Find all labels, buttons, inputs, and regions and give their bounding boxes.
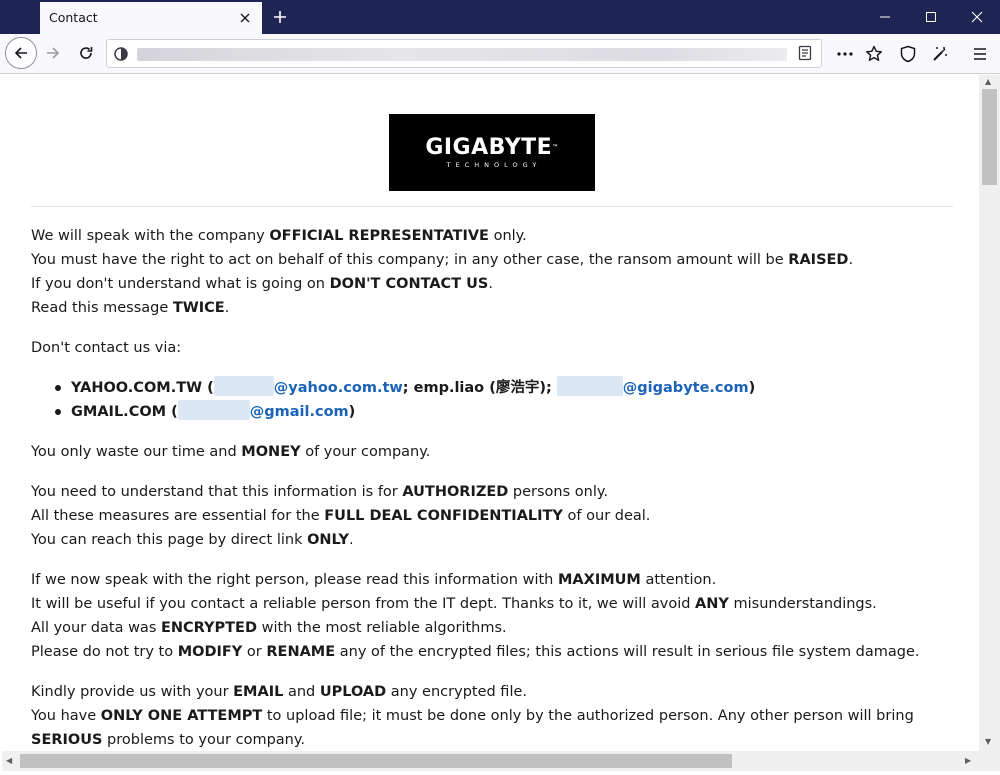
arrow-left-icon (14, 47, 27, 59)
redacted-text (556, 376, 623, 396)
tab-contact[interactable]: Contact (40, 2, 262, 34)
bookmark-button[interactable] (859, 39, 889, 69)
vertical-scrollbar[interactable]: ▲ ▼ (979, 75, 1000, 751)
redacted-text (177, 400, 250, 420)
minimize-button[interactable] (862, 0, 908, 34)
gigabyte-logo: GIGABYTE™ TECHNOLOGY (389, 114, 595, 191)
forward-button[interactable] (38, 38, 68, 68)
list-item: GMAIL.COM (@gmail.com) (53, 400, 956, 424)
paragraph-attention: If we now speak with the right person, p… (31, 572, 920, 660)
paragraph-waste: You only waste our time and MONEY of you… (31, 444, 431, 460)
logo-text: GIGABYTE (425, 134, 553, 160)
url-text-redacted (137, 48, 787, 61)
arrow-right-icon (47, 47, 60, 59)
page-viewport: GIGABYTE™ TECHNOLOGY We will speak with … (2, 75, 979, 751)
email-link[interactable]: @yahoo.com.tw (274, 380, 403, 396)
tab-title: Contact (49, 10, 98, 25)
title-bar: Contact (0, 0, 1000, 34)
header-divider (31, 206, 953, 207)
plus-icon (274, 11, 286, 23)
paragraph-dont-contact: Don't contact us via: (31, 340, 182, 356)
reader-view-icon[interactable] (797, 45, 813, 65)
broom-sparkle-icon (933, 47, 947, 61)
hamburger-menu-icon (974, 48, 986, 60)
scroll-left-arrow-icon[interactable]: ◀ (6, 756, 12, 766)
star-icon (866, 45, 882, 61)
reload-icon (80, 47, 93, 59)
logo-trademark: ™ (552, 143, 559, 151)
minimize-icon (880, 16, 890, 18)
back-button[interactable] (5, 37, 37, 69)
paragraph-upload: Kindly provide us with your EMAIL and UP… (31, 684, 914, 748)
scroll-right-arrow-icon[interactable]: ▶ (965, 756, 971, 766)
scroll-down-arrow-icon[interactable]: ▼ (985, 737, 991, 747)
close-tab-icon[interactable] (234, 7, 256, 29)
site-info-icon[interactable] (113, 46, 129, 66)
email-link[interactable]: @gigabyte.com (623, 380, 749, 396)
paragraph-intro: We will speak with the company OFFICIAL … (31, 228, 854, 316)
page-actions-button[interactable] (830, 39, 860, 69)
ransom-note: We will speak with the company OFFICIAL … (31, 224, 956, 751)
close-icon (971, 11, 983, 23)
logo-subtext: TECHNOLOGY (446, 160, 542, 169)
maximize-button[interactable] (908, 0, 954, 34)
window-frame-bottom (0, 771, 1000, 775)
scrollbar-corner (979, 751, 1000, 771)
reload-button[interactable] (71, 38, 101, 68)
redacted-text (213, 376, 274, 396)
vertical-scroll-thumb[interactable] (982, 89, 997, 185)
more-dots-icon (837, 52, 853, 56)
paragraph-authorized: You need to understand that this informa… (31, 484, 651, 548)
close-window-button[interactable] (954, 0, 1000, 34)
extensions-button[interactable] (925, 39, 955, 69)
address-bar[interactable] (106, 39, 822, 68)
list-item: YAHOO.COM.TW (@yahoo.com.tw; emp.liao (廖… (53, 376, 956, 400)
tracking-protection-button[interactable] (893, 39, 923, 69)
horizontal-scrollbar[interactable]: ◀ ▶ (2, 751, 979, 771)
horizontal-scroll-thumb[interactable] (20, 754, 732, 768)
contact-list: YAHOO.COM.TW (@yahoo.com.tw; emp.liao (廖… (31, 376, 956, 424)
maximize-icon (926, 12, 936, 22)
email-link[interactable]: @gmail.com (250, 404, 349, 420)
shield-icon (900, 45, 916, 63)
menu-button[interactable] (965, 39, 995, 69)
navigation-bar (0, 34, 1000, 74)
new-tab-button[interactable] (266, 3, 294, 31)
scroll-up-arrow-icon[interactable]: ▲ (985, 77, 991, 87)
